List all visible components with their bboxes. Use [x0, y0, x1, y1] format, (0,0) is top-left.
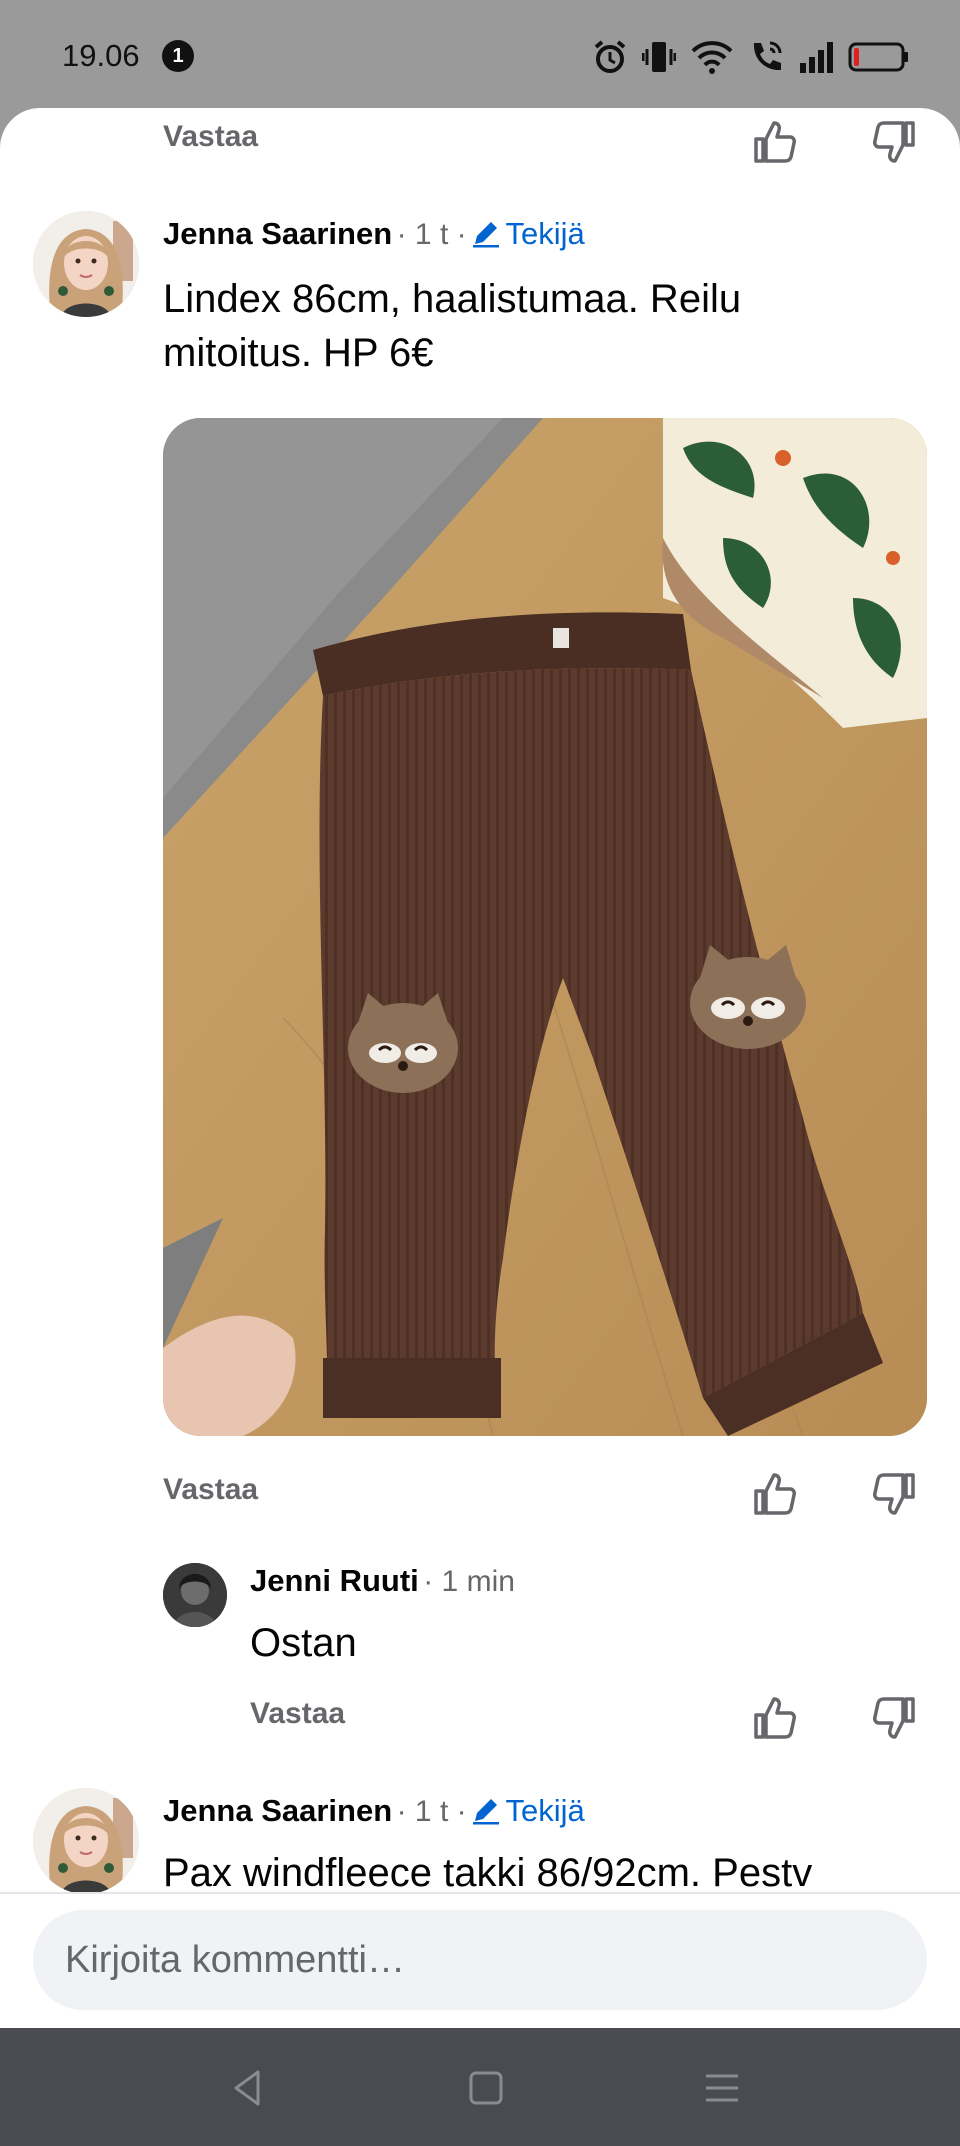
status-time: 19.06 [62, 38, 140, 73]
comment-header: Jenna Saarinen · 1 t · Tekijä [163, 216, 585, 252]
reply-author[interactable]: Jenni Ruuti [250, 1563, 419, 1598]
author-badge: Tekijä [471, 1793, 585, 1828]
vibrate-icon [642, 39, 676, 75]
dislike-icon[interactable] [866, 114, 922, 170]
reply-header: Jenni Ruuti · 1 min [250, 1563, 515, 1599]
status-bar: 19.06 1 [0, 0, 960, 110]
comment-composer [0, 1892, 960, 2028]
comment-time: · 1 t · [396, 218, 467, 251]
comment-author[interactable]: Jenna Saarinen [163, 1793, 392, 1828]
reply-text: Ostan [250, 1621, 357, 1665]
comment-author[interactable]: Jenna Saarinen [163, 216, 392, 251]
reply-button[interactable]: Vastaa [163, 1473, 258, 1507]
back-icon[interactable] [216, 2056, 280, 2120]
avatar[interactable] [163, 1563, 227, 1627]
pants-photo [163, 418, 927, 1436]
comments-sheet: Vastaa Jenna Saarinen · 1 t · Tekijä Lin… [0, 108, 960, 2028]
dislike-icon[interactable] [866, 1690, 922, 1746]
notification-badge: 1 [162, 40, 194, 72]
like-icon[interactable] [747, 1466, 803, 1522]
pencil-icon [473, 222, 500, 248]
like-icon[interactable] [747, 114, 803, 170]
home-icon[interactable] [454, 2056, 518, 2120]
dislike-icon[interactable] [866, 1466, 922, 1522]
avatar[interactable] [33, 1788, 139, 1894]
wifi-icon [690, 39, 734, 75]
author-badge: Tekijä [471, 216, 585, 251]
reply-button[interactable]: Vastaa [163, 120, 258, 154]
alarm-icon [592, 39, 628, 75]
wifi-calling-icon [748, 39, 784, 75]
menu-icon[interactable] [690, 2056, 754, 2120]
comment-text: Lindex 86cm, haalistumaa. Reilu mitoitus… [163, 277, 742, 375]
battery-low-icon [848, 39, 910, 75]
avatar[interactable] [33, 211, 139, 317]
status-icons [592, 34, 910, 80]
comment-header: Jenna Saarinen · 1 t · Tekijä [163, 1793, 585, 1829]
pencil-icon [473, 1799, 500, 1825]
comment-photo[interactable] [163, 418, 927, 1436]
like-icon[interactable] [747, 1690, 803, 1746]
navigation-bar [0, 2028, 960, 2146]
reply-button[interactable]: Vastaa [250, 1697, 345, 1731]
comment-time: · 1 t · [396, 1795, 467, 1828]
signal-icon [798, 39, 834, 75]
comment-input[interactable] [33, 1910, 885, 2010]
comment-input-container[interactable] [33, 1910, 927, 2010]
reply-time: · 1 min [423, 1565, 515, 1598]
